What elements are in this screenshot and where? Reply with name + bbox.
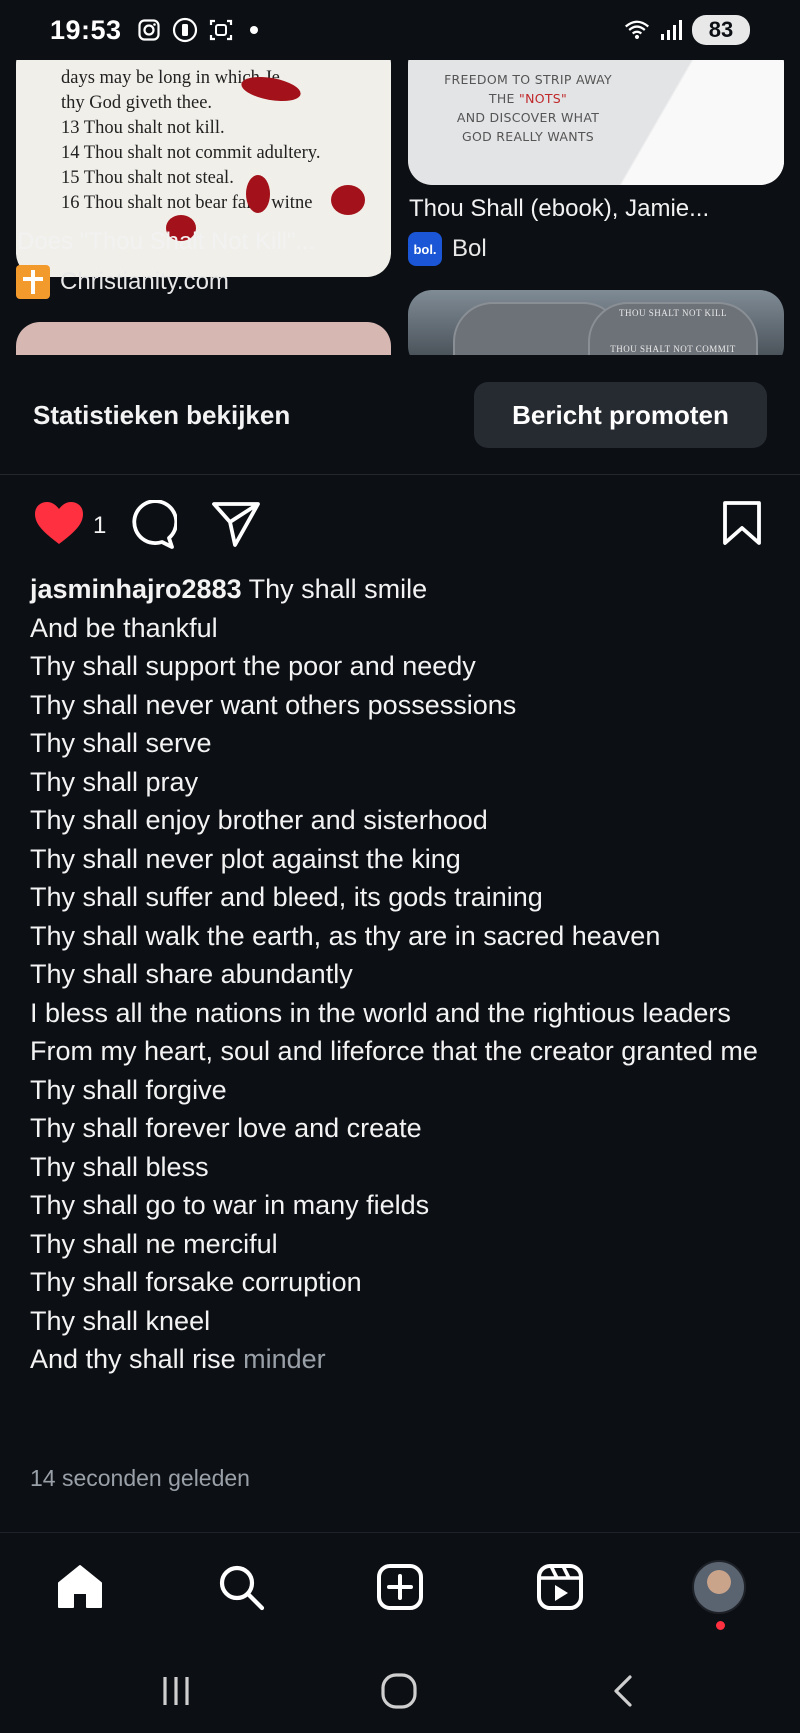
caption-line: Thy shall never plot against the king	[30, 843, 461, 874]
profile-notification-dot	[716, 1621, 725, 1630]
caption-username[interactable]: jasminhajro2883	[30, 574, 242, 604]
caption-line: Thy shall pray	[30, 766, 199, 797]
caption-line: Thy shall walk the earth, as thy are in …	[30, 920, 661, 951]
create-icon[interactable]	[370, 1557, 430, 1617]
caption-line: Thy shall go to war in many fields	[30, 1190, 430, 1220]
result-image-pink[interactable]	[16, 322, 391, 355]
caption-line: Thy shall kneel	[30, 1305, 211, 1336]
promote-post-button[interactable]: Bericht promoten	[474, 382, 767, 448]
recent-apps-icon[interactable]	[151, 1666, 201, 1716]
book-cover-highlight: "NOTS"	[519, 91, 568, 106]
caption-line: Thy shall suffer and bleed, its gods tra…	[30, 882, 543, 912]
blood-splatter	[331, 185, 365, 215]
wifi-icon	[624, 17, 650, 43]
post-timestamp: 14 seconden geleden	[30, 1465, 250, 1491]
book-cover-line: AND DISCOVER WHAT	[456, 110, 600, 125]
bottom-navigation	[0, 1532, 800, 1642]
book-cover-text: FREEDOM TO STRIP AWAY THE "NOTS" AND DIS…	[408, 70, 648, 146]
home-icon[interactable]	[50, 1557, 110, 1617]
caption-line: Thy shall enjoy brother and sisterhood	[30, 805, 488, 835]
caption-line: Thy shall never want others possessions	[30, 689, 517, 720]
commandments-line: 13 Thou shalt not kill.	[61, 118, 225, 138]
signal-icon	[658, 17, 684, 43]
result-image-stone-tablets[interactable]: THOU SHALT NOT KILL THOU SHALT NOT COMMI…	[408, 290, 784, 355]
search-icon[interactable]	[211, 1557, 271, 1617]
comment-icon[interactable]	[127, 500, 177, 550]
share-icon[interactable]	[211, 500, 261, 548]
like-group: 1	[33, 500, 106, 551]
result-source[interactable]: bol. Bol	[408, 232, 487, 266]
result-title[interactable]: Thou Shall (ebook), Jamie...	[409, 195, 709, 223]
status-time: 19:53	[50, 14, 122, 45]
caption-line: Thy shall forsake corruption	[30, 1267, 362, 1297]
bookmark-icon[interactable]	[722, 500, 762, 546]
status-bar: 19:53 83	[0, 0, 800, 60]
system-navigation	[0, 1642, 800, 1733]
back-icon[interactable]	[599, 1666, 649, 1716]
result-image-book-cover[interactable]: FREEDOM TO STRIP AWAY THE "NOTS" AND DIS…	[408, 60, 784, 185]
result-source-label: Christianity.com	[60, 268, 229, 295]
caption-line: Thy shall serve	[30, 728, 212, 758]
post-actions: Statistieken bekijken Bericht promoten	[0, 355, 800, 475]
post-caption: jasminhajro2883 Thy shall smile And be t…	[30, 570, 770, 1379]
avatar	[692, 1560, 746, 1614]
caption-line: Thy shall smile	[248, 574, 428, 604]
book-cover-word: THE	[488, 91, 515, 106]
bol-favicon: bol.	[408, 232, 442, 266]
book-cover-line: FREEDOM TO STRIP AWAY	[444, 72, 612, 87]
result-title[interactable]: Does "Thou Shalt Not Kill"...	[17, 228, 316, 256]
commandments-line: 14 Thou shalt not commit adultery.	[61, 143, 321, 163]
profile-avatar[interactable]	[689, 1557, 749, 1617]
commandments-line: 15 Thou shalt not steal.	[61, 168, 234, 188]
caption-line: And be thankful	[30, 612, 218, 643]
caption-line: I bless all the nations in the world and…	[30, 997, 731, 1028]
heart-icon[interactable]	[33, 500, 85, 551]
battery-indicator: 83	[692, 15, 750, 45]
circle-app-icon	[172, 17, 198, 43]
book-cover-line: GOD REALLY WANTS	[461, 129, 595, 144]
caption-line: Thy shall forgive	[30, 1074, 227, 1105]
christianity-favicon	[16, 265, 50, 299]
caption-line: Thy shall forever love and create	[30, 1113, 422, 1143]
engagement-bar: 1	[0, 490, 800, 560]
caption-line: From my heart, soul and lifeforce that t…	[30, 1036, 758, 1066]
like-count[interactable]: 1	[93, 512, 106, 540]
caption-line: Thy shall bless	[30, 1151, 209, 1182]
caption-line: And thy shall rise	[30, 1344, 236, 1374]
result-source-label: Bol	[452, 235, 487, 262]
stone-tablet: THOU SHALT NOT KILL THOU SHALT NOT COMMI…	[588, 302, 758, 355]
status-notification-dot	[249, 26, 258, 34]
view-insights-link[interactable]: Statistieken bekijken	[33, 400, 290, 431]
instagram-icon	[136, 17, 162, 43]
commandments-line: 16 Thou shalt not bear false witne	[61, 193, 313, 213]
related-results: days may be long in which Je thy God giv…	[0, 60, 800, 355]
result-source[interactable]: Christianity.com	[16, 265, 229, 299]
home-button-icon[interactable]	[374, 1666, 424, 1716]
blood-splatter	[246, 175, 270, 213]
screenshot-icon	[208, 17, 234, 43]
caption-line: Thy shall support the poor and needy	[30, 651, 476, 681]
reels-icon[interactable]	[530, 1557, 590, 1617]
tablet-text: THOU SHALT NOT KILL	[618, 308, 728, 318]
caption-line: Thy shall share abundantly	[30, 959, 353, 989]
tablet-text: THOU SHALT NOT COMMIT ADULTERY	[610, 344, 736, 355]
caption-less-link[interactable]: minder	[243, 1344, 326, 1374]
battery-level: 83	[708, 17, 734, 42]
caption-line: Thy shall ne merciful	[30, 1228, 278, 1259]
